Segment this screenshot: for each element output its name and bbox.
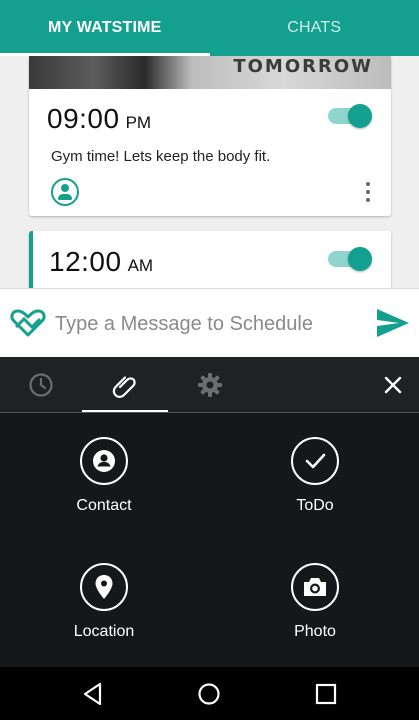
time-ampm: AM (127, 256, 154, 275)
attach-todo-button[interactable]: ToDo (240, 437, 390, 547)
card-image: TOMORROW (29, 56, 391, 89)
close-icon (384, 376, 401, 394)
person-icon (80, 437, 128, 485)
tab-chats[interactable]: CHATS (210, 0, 419, 56)
close-panel-button[interactable] (366, 357, 419, 413)
toggle-knob (348, 104, 372, 128)
recent-apps-icon[interactable] (313, 681, 339, 707)
toggle-knob (348, 247, 372, 271)
time-value: 09:00 (47, 103, 120, 134)
message-input[interactable] (55, 309, 355, 339)
tab-my-watstime-label: MY WATSTIME (47, 19, 162, 36)
time-value: 12:00 (49, 246, 122, 277)
schedule-toggle[interactable] (328, 104, 372, 128)
attach-todo-label: ToDo (296, 497, 334, 514)
back-icon[interactable] (80, 681, 106, 707)
tab-my-watstime[interactable]: MY WATSTIME (0, 0, 210, 56)
system-nav-bar (0, 667, 419, 720)
map-pin-icon (80, 563, 128, 611)
attach-contact-label: Contact (76, 497, 132, 514)
schedule-message: Gym time! Lets keep the body fit. (51, 148, 271, 165)
attachment-options: Contact ToDo Location Photo (0, 413, 419, 667)
watstime-logo-icon (10, 309, 46, 337)
checkmark-icon (291, 437, 339, 485)
attach-contact-button[interactable]: Contact (29, 437, 179, 547)
paperclip-icon (112, 376, 136, 398)
attach-photo-button[interactable]: Photo (240, 563, 390, 673)
camera-icon (291, 563, 339, 611)
attach-location-button[interactable]: Location (29, 563, 179, 673)
schedule-time: 09:00 PM (47, 103, 151, 135)
clock-icon (29, 373, 53, 397)
schedule-feed: TOMORROW 09:00 PM Gym time! Lets keep th… (0, 56, 419, 288)
tab-settings[interactable] (168, 357, 252, 413)
contact-icon[interactable] (51, 178, 79, 206)
attachment-panel: Contact ToDo Location Photo (0, 357, 419, 667)
schedule-time: 12:00 AM (49, 246, 153, 278)
card-image-text: TOMORROW (233, 56, 373, 77)
attach-photo-label: Photo (294, 623, 336, 640)
attach-location-label: Location (73, 623, 135, 640)
panel-tab-bar (0, 357, 419, 413)
schedule-card[interactable]: 12:00 AM (29, 231, 391, 288)
tab-chats-label: CHATS (287, 19, 342, 36)
tab-attachments[interactable] (82, 357, 168, 413)
schedule-card[interactable]: TOMORROW 09:00 PM Gym time! Lets keep th… (29, 56, 391, 216)
gear-icon (198, 373, 222, 397)
home-icon[interactable] (196, 681, 222, 707)
more-options-icon[interactable] (365, 182, 371, 202)
tab-schedule[interactable] (0, 357, 82, 413)
send-icon[interactable] (375, 307, 411, 339)
time-ampm: PM (125, 113, 152, 132)
top-tab-bar: MY WATSTIME CHATS (0, 0, 419, 56)
compose-bar (0, 288, 419, 357)
schedule-toggle[interactable] (328, 247, 372, 271)
